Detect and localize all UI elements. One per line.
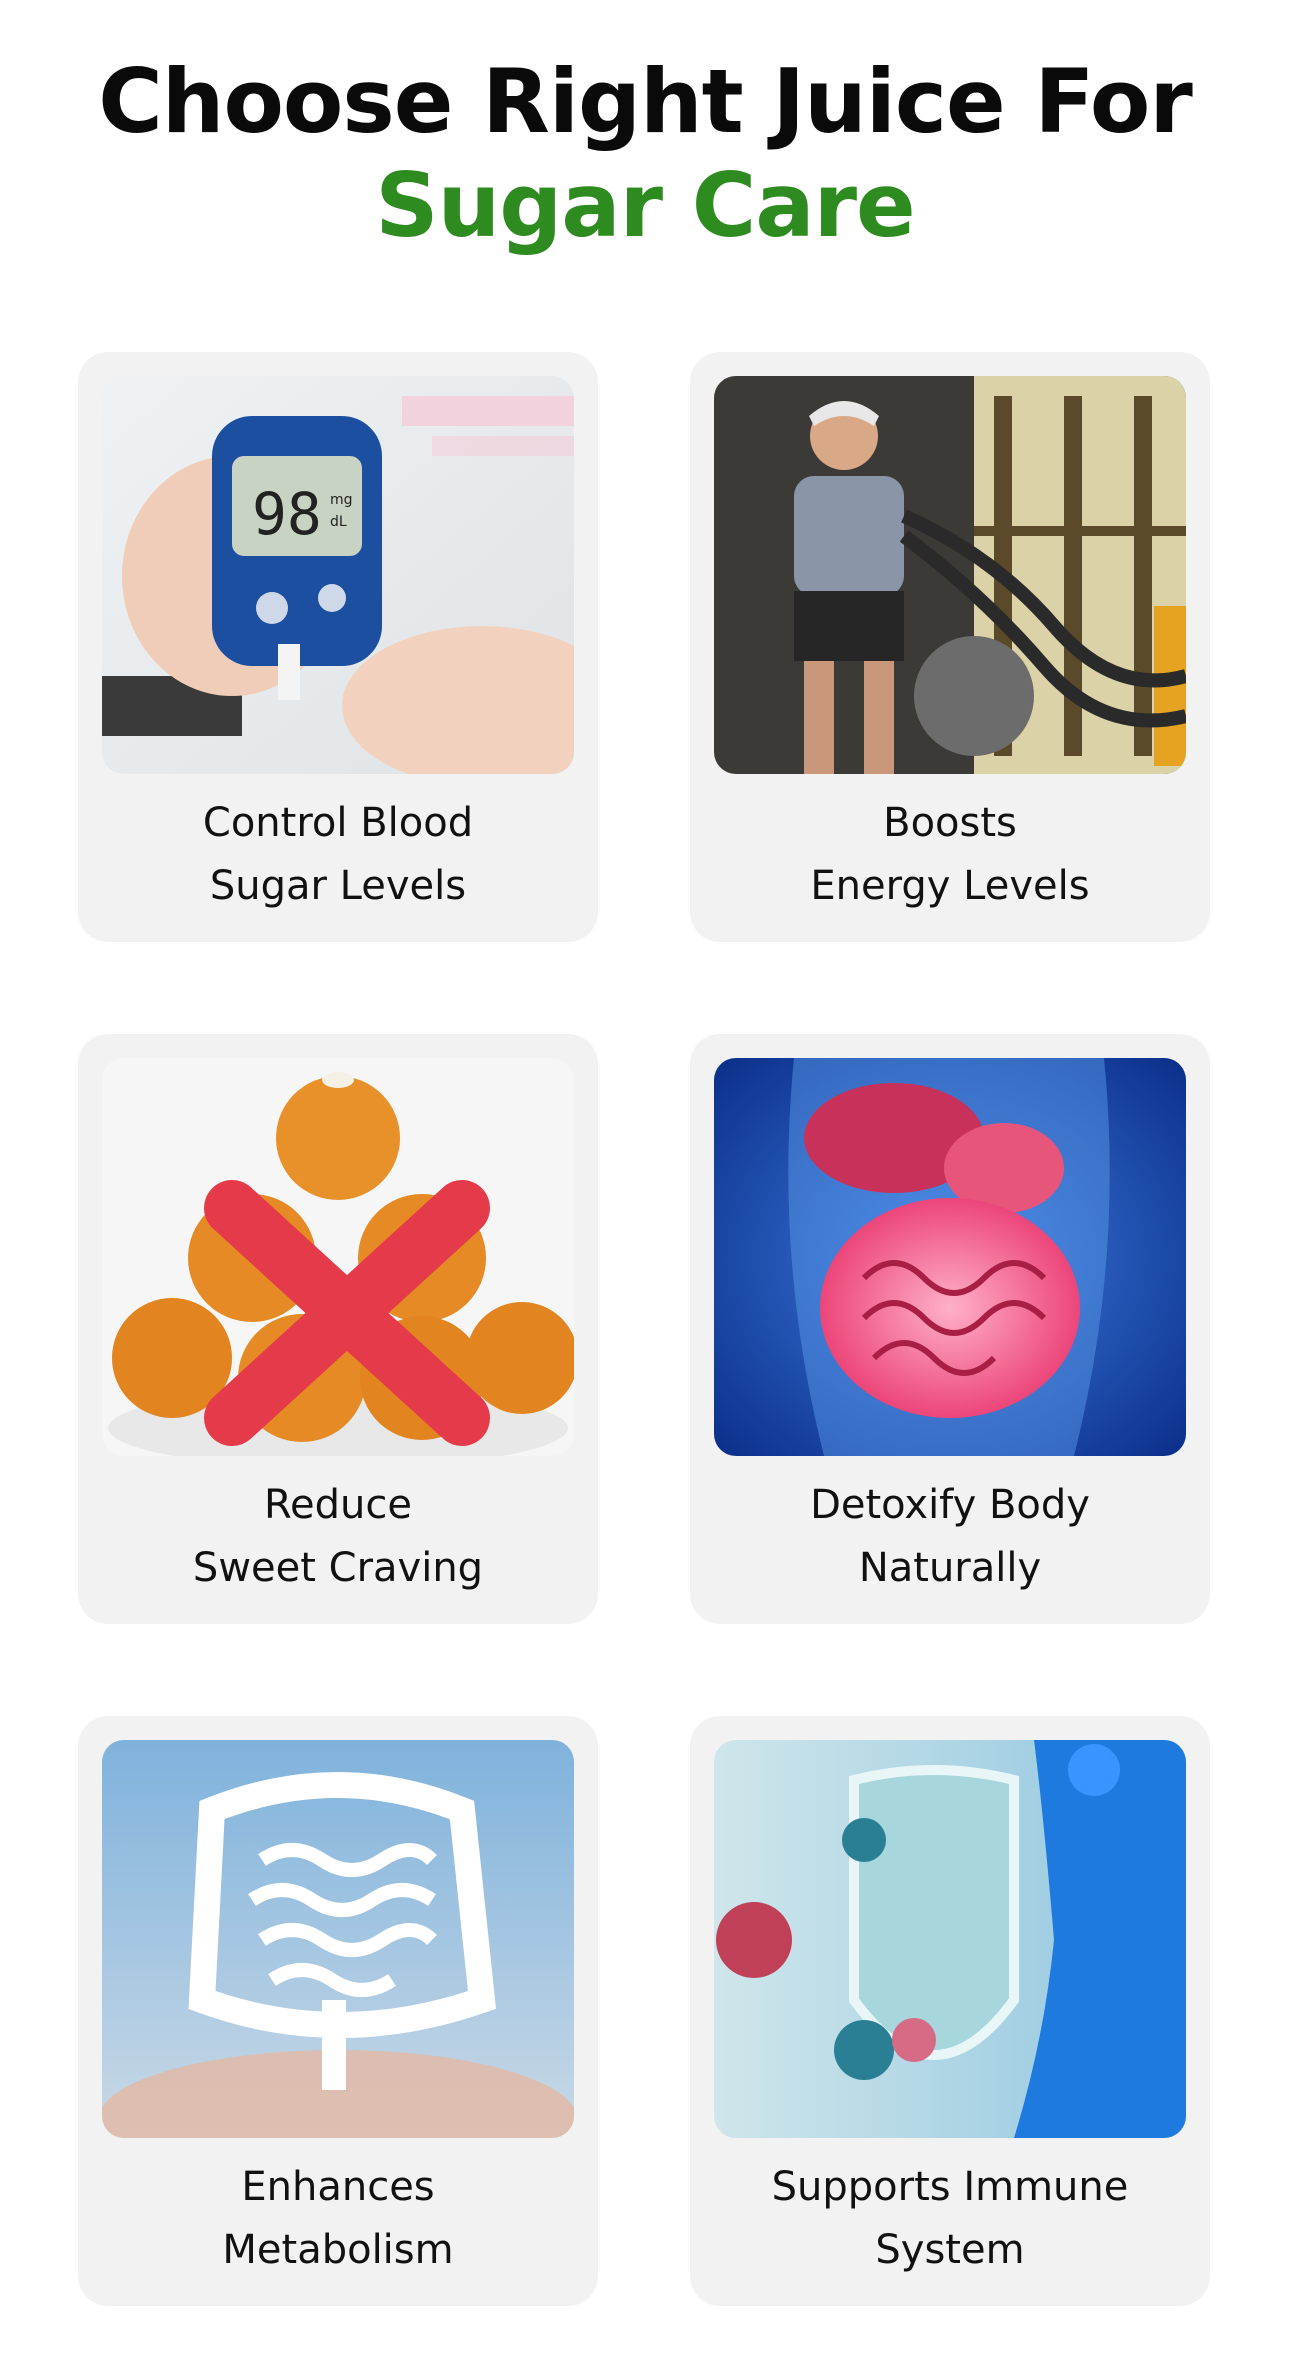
digestive-system-image	[714, 1058, 1186, 1456]
benefit-caption: Enhances Metabolism	[222, 2164, 454, 2273]
battle-ropes-workout-image	[714, 376, 1186, 774]
benefit-card-sweet-craving: Reduce Sweet Craving	[78, 1034, 598, 1624]
immune-shield-image	[714, 1740, 1186, 2138]
benefit-card-detox: Detoxify Body Naturally	[690, 1034, 1210, 1624]
benefit-card-immune: Supports Immune System	[690, 1716, 1210, 2306]
benefit-card-energy: Boosts Energy Levels	[690, 352, 1210, 942]
benefit-caption: Detoxify Body Naturally	[810, 1482, 1090, 1591]
benefit-caption: Reduce Sweet Craving	[192, 1482, 484, 1591]
svg-text:mg: mg	[330, 492, 353, 508]
page-title-accent: Sugar Care	[375, 154, 915, 257]
benefit-card-metabolism: Enhances Metabolism	[78, 1716, 598, 2306]
svg-text:dL: dL	[330, 514, 347, 530]
page-header: Choose Right Juice For Sugar Care	[0, 50, 1290, 258]
benefit-caption: Supports Immune System	[771, 2164, 1129, 2273]
benefit-caption: Control Blood Sugar Levels	[202, 800, 474, 909]
glucometer-image: 98 mg dL	[102, 376, 574, 774]
glucometer-reading: 98	[252, 480, 322, 548]
benefit-card-blood-sugar: 98 mg dL Control Blood Sugar Levels	[78, 352, 598, 942]
benefit-caption: Boosts Energy Levels	[810, 800, 1090, 909]
intestine-illustration-image	[102, 1740, 574, 2138]
crossed-out-sweets-image	[102, 1058, 574, 1456]
page-title: Choose Right Juice For	[98, 50, 1193, 153]
